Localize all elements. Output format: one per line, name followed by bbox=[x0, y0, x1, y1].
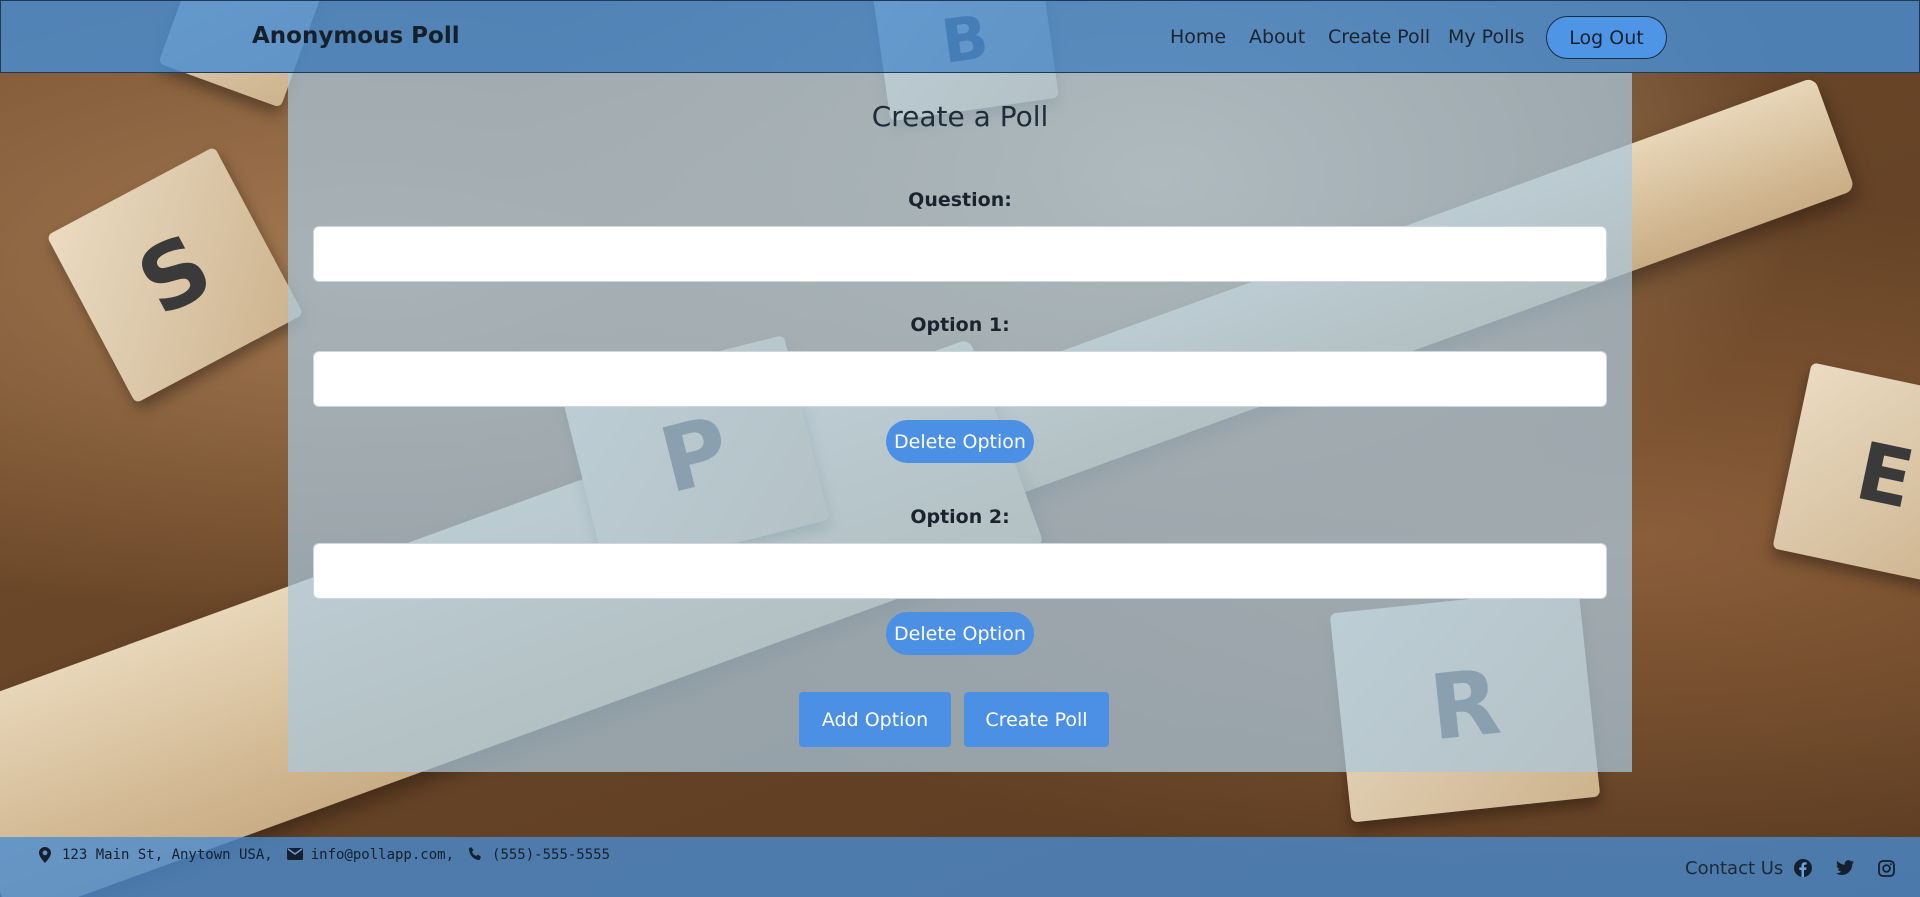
delete-option-2-button[interactable]: Delete Option bbox=[886, 612, 1034, 655]
option-1-label: Option 1: bbox=[910, 314, 1010, 336]
add-option-button[interactable]: Add Option bbox=[799, 692, 951, 747]
instagram-icon[interactable] bbox=[1876, 858, 1896, 878]
option-2-label: Option 2: bbox=[910, 506, 1010, 528]
logout-button[interactable]: Log Out bbox=[1546, 16, 1667, 59]
footer: 123 Main St, Anytown USA, info@pollapp.c… bbox=[0, 837, 1920, 897]
envelope-icon bbox=[286, 847, 303, 863]
create-poll-button[interactable]: Create Poll bbox=[964, 692, 1109, 747]
footer-contact-info: 123 Main St, Anytown USA, info@pollapp.c… bbox=[38, 847, 610, 863]
delete-option-1-button[interactable]: Delete Option bbox=[886, 420, 1034, 463]
footer-email[interactable]: info@pollapp.com, bbox=[311, 847, 454, 863]
footer-address: 123 Main St, Anytown USA, bbox=[62, 847, 273, 863]
option-2-input[interactable] bbox=[313, 543, 1607, 599]
brand-logo[interactable]: Anonymous Poll bbox=[252, 23, 460, 49]
phone-icon bbox=[468, 847, 484, 863]
option-1-input[interactable] bbox=[313, 351, 1607, 407]
twitter-icon[interactable] bbox=[1835, 858, 1855, 878]
nav-home[interactable]: Home bbox=[1170, 26, 1226, 48]
map-marker-icon bbox=[38, 847, 54, 863]
create-poll-panel: Create a Poll Question: Option 1: Delete… bbox=[288, 72, 1632, 772]
nav-about[interactable]: About bbox=[1249, 26, 1305, 48]
question-label: Question: bbox=[908, 189, 1012, 211]
nav-create-poll[interactable]: Create Poll bbox=[1328, 26, 1430, 48]
navbar: Anonymous Poll Home About Create Poll My… bbox=[0, 0, 1920, 73]
page-title: Create a Poll bbox=[871, 100, 1049, 133]
contact-us-link[interactable]: Contact Us bbox=[1685, 858, 1783, 879]
footer-phone[interactable]: (555)-555-5555 bbox=[492, 847, 610, 863]
question-input[interactable] bbox=[313, 226, 1607, 282]
facebook-icon[interactable] bbox=[1793, 858, 1813, 878]
nav-my-polls[interactable]: My Polls bbox=[1448, 26, 1525, 48]
